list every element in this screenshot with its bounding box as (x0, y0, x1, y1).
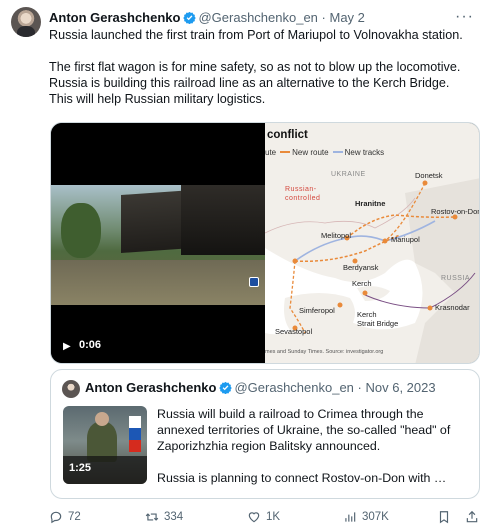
bookmark-button[interactable] (437, 510, 451, 524)
city-berdyansk: Berdyansk (343, 263, 379, 272)
author-avatar[interactable] (11, 7, 41, 37)
map-source: mes and Sunday Times. Source: investigat… (265, 349, 384, 355)
city-kerch: Kerch (352, 279, 372, 288)
share-icon (466, 510, 478, 523)
verified-badge-icon (219, 381, 233, 394)
quoted-tweet-date[interactable]: Nov 6, 2023 (366, 380, 436, 395)
region-ukraine: UKRAINE (331, 171, 366, 178)
like-button[interactable]: 1K (247, 510, 280, 524)
city-hranitne: Hranitne (355, 199, 386, 208)
channel-logo-icon (249, 277, 259, 287)
author-handle[interactable]: @Gerashchenko_en (198, 10, 317, 25)
quoted-author-avatar[interactable] (62, 380, 80, 398)
view-count: 307K (362, 511, 389, 523)
legend-new-route-swatch (280, 151, 291, 153)
quoted-tweet[interactable]: Anton Gerashchenko @Gerashchenko_en · Nov… (50, 369, 480, 499)
reply-icon (50, 511, 62, 524)
share-button[interactable] (465, 510, 479, 524)
quoted-tweet-header: Anton Gerashchenko @Gerashchenko_en · Nov… (85, 380, 436, 396)
separator-dot: · (321, 10, 326, 25)
views-chart-icon (345, 512, 356, 522)
bookmark-icon (439, 511, 449, 524)
city-mariupol: Mariupol (391, 235, 420, 244)
city-sevastopol: Sevastopol (275, 327, 313, 336)
media-container[interactable]: ▶ 0:06 conflict ute New route New tracks… (50, 122, 480, 364)
tweet-header: Anton Gerashchenko @Gerashchenko_en · May… (49, 10, 472, 26)
russian-flag (129, 416, 141, 452)
city-donetsk: Donetsk (415, 171, 443, 180)
city-rostov: Rostov-on-Don (431, 207, 480, 216)
play-icon[interactable]: ▶ (63, 341, 71, 352)
verified-badge-icon (183, 11, 197, 24)
repost-icon (145, 513, 159, 521)
tweet-text: Russia launched the first train from Por… (49, 28, 463, 106)
video-duration: 0:06 (79, 339, 102, 351)
city-melitopol: Melitopol (321, 231, 352, 240)
heart-icon (248, 512, 260, 523)
reply-count: 72 (68, 511, 81, 523)
legend-new-tracks-swatch (332, 151, 343, 153)
region-russia: RUSSIA (441, 275, 471, 282)
tweet[interactable]: Anton Gerashchenko @Gerashchenko_en · May… (0, 0, 488, 530)
repost-button[interactable]: 334 (145, 510, 183, 524)
like-count: 1K (266, 511, 281, 523)
tweet-date[interactable]: May 2 (330, 10, 365, 25)
legend-new-route: New route (292, 148, 329, 157)
region-russian-controlled: Russian- controlled (285, 186, 321, 202)
separator-dot: · (357, 380, 362, 395)
city-simferopol: Simferopol (299, 306, 335, 315)
tweet-actions: 72 334 1K 307K (49, 510, 481, 528)
legend-new-tracks: New tracks (344, 148, 385, 157)
railway-map-image[interactable]: conflict ute New route New tracks UKRAINE … (265, 123, 480, 363)
quoted-author-handle[interactable]: @Gerashchenko_en (234, 380, 353, 395)
city-kerch-bridge: Kerch Strait Bridge (357, 310, 399, 328)
train-video-frame (51, 185, 265, 305)
quoted-tweet-text: Russia will build a railroad to Crimea t… (157, 407, 451, 485)
map-title: conflict (267, 129, 308, 141)
quoted-author-name[interactable]: Anton Gerashchenko (85, 380, 216, 395)
repost-count: 334 (164, 511, 184, 523)
more-options-icon[interactable]: ··· (455, 8, 474, 26)
quoted-video-duration: 1:25 (69, 462, 92, 474)
city-krasnodar: Krasnodar (435, 303, 470, 312)
legend-existing-route: ute (265, 148, 277, 157)
reply-button[interactable]: 72 (49, 510, 81, 524)
map-legend: ute New route New tracks (265, 148, 384, 157)
views-button[interactable]: 307K (343, 510, 389, 524)
author-name[interactable]: Anton Gerashchenko (49, 10, 180, 25)
video-player[interactable]: ▶ 0:06 (51, 123, 265, 363)
